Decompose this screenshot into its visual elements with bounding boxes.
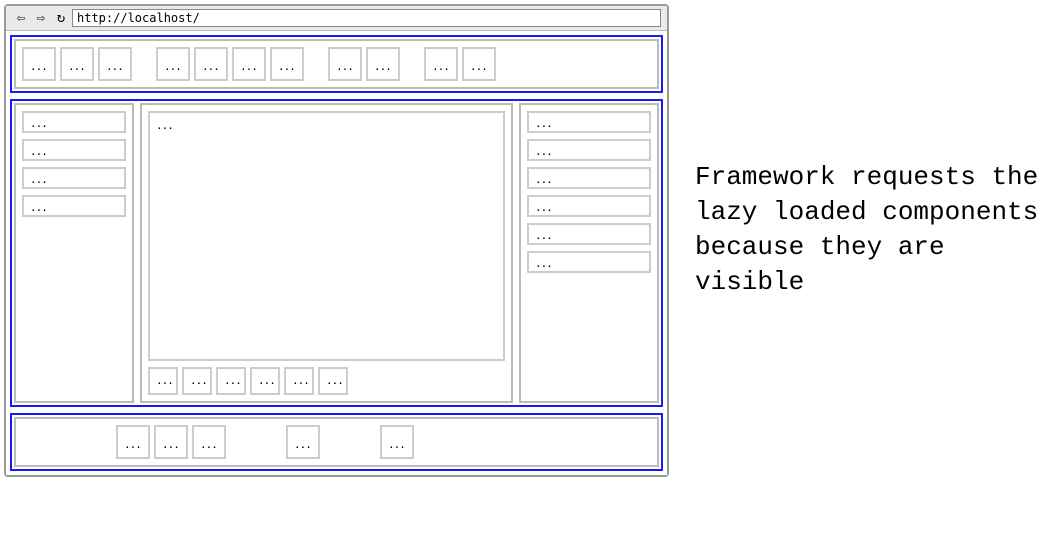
sidebar-item[interactable]: ... bbox=[22, 111, 126, 133]
browser-window: ⇦ ⇨ ↻ http://localhost/ ................… bbox=[4, 4, 669, 477]
right-sidebar-item[interactable]: ... bbox=[527, 111, 651, 133]
header-tile[interactable]: ... bbox=[462, 47, 496, 81]
pager-tile[interactable]: ... bbox=[284, 367, 314, 395]
footer-container: ............... bbox=[14, 417, 659, 467]
right-sidebar: .................. bbox=[519, 103, 659, 403]
footer-cluster: ......... bbox=[116, 425, 226, 459]
lazy-region-header: ................................. bbox=[10, 35, 663, 93]
footer-tile[interactable]: ... bbox=[380, 425, 414, 459]
main-area: ... .................. bbox=[140, 103, 513, 403]
header-tile[interactable]: ... bbox=[98, 47, 132, 81]
footer-tile[interactable]: ... bbox=[116, 425, 150, 459]
right-sidebar-item[interactable]: ... bbox=[527, 167, 651, 189]
pager-tile[interactable]: ... bbox=[318, 367, 348, 395]
header-tile[interactable]: ... bbox=[156, 47, 190, 81]
lazy-region-main: ............ ... .................. ....… bbox=[10, 99, 663, 407]
header-group: ...... bbox=[424, 47, 496, 81]
footer-tile[interactable]: ... bbox=[286, 425, 320, 459]
header-tile[interactable]: ... bbox=[424, 47, 458, 81]
left-sidebar: ............ bbox=[14, 103, 134, 403]
header-group: ...... bbox=[328, 47, 400, 81]
url-bar[interactable]: http://localhost/ bbox=[72, 9, 661, 27]
right-sidebar-item[interactable]: ... bbox=[527, 223, 651, 245]
pager-tile[interactable]: ... bbox=[216, 367, 246, 395]
diagram-caption: Framework requests the lazy loaded compo… bbox=[669, 0, 1050, 300]
forward-icon[interactable]: ⇨ bbox=[32, 9, 50, 27]
pager-tile[interactable]: ... bbox=[182, 367, 212, 395]
header-tile[interactable]: ... bbox=[270, 47, 304, 81]
footer-cluster: ... bbox=[286, 425, 320, 459]
header-tile[interactable]: ... bbox=[328, 47, 362, 81]
footer-tile[interactable]: ... bbox=[154, 425, 188, 459]
header-tile[interactable]: ... bbox=[366, 47, 400, 81]
main-content-placeholder: ... bbox=[148, 111, 505, 361]
reload-icon[interactable]: ↻ bbox=[52, 9, 70, 27]
header-tile[interactable]: ... bbox=[194, 47, 228, 81]
pager-tile[interactable]: ... bbox=[148, 367, 178, 395]
main-pager: .................. bbox=[148, 367, 505, 395]
footer-cluster: ... bbox=[380, 425, 414, 459]
header-group: ......... bbox=[22, 47, 132, 81]
header-group: ............ bbox=[156, 47, 304, 81]
sidebar-item[interactable]: ... bbox=[22, 167, 126, 189]
right-sidebar-item[interactable]: ... bbox=[527, 251, 651, 273]
header-tile[interactable]: ... bbox=[22, 47, 56, 81]
pager-tile[interactable]: ... bbox=[250, 367, 280, 395]
lazy-region-footer: ............... bbox=[10, 413, 663, 471]
header-tile[interactable]: ... bbox=[60, 47, 94, 81]
sidebar-item[interactable]: ... bbox=[22, 139, 126, 161]
back-icon[interactable]: ⇦ bbox=[12, 9, 30, 27]
browser-toolbar: ⇦ ⇨ ↻ http://localhost/ bbox=[6, 6, 667, 31]
header-container: ................................. bbox=[14, 39, 659, 89]
footer-tile[interactable]: ... bbox=[192, 425, 226, 459]
sidebar-item[interactable]: ... bbox=[22, 195, 126, 217]
right-sidebar-item[interactable]: ... bbox=[527, 195, 651, 217]
header-tile[interactable]: ... bbox=[232, 47, 266, 81]
page-viewport: ................................. ......… bbox=[6, 31, 667, 475]
right-sidebar-item[interactable]: ... bbox=[527, 139, 651, 161]
